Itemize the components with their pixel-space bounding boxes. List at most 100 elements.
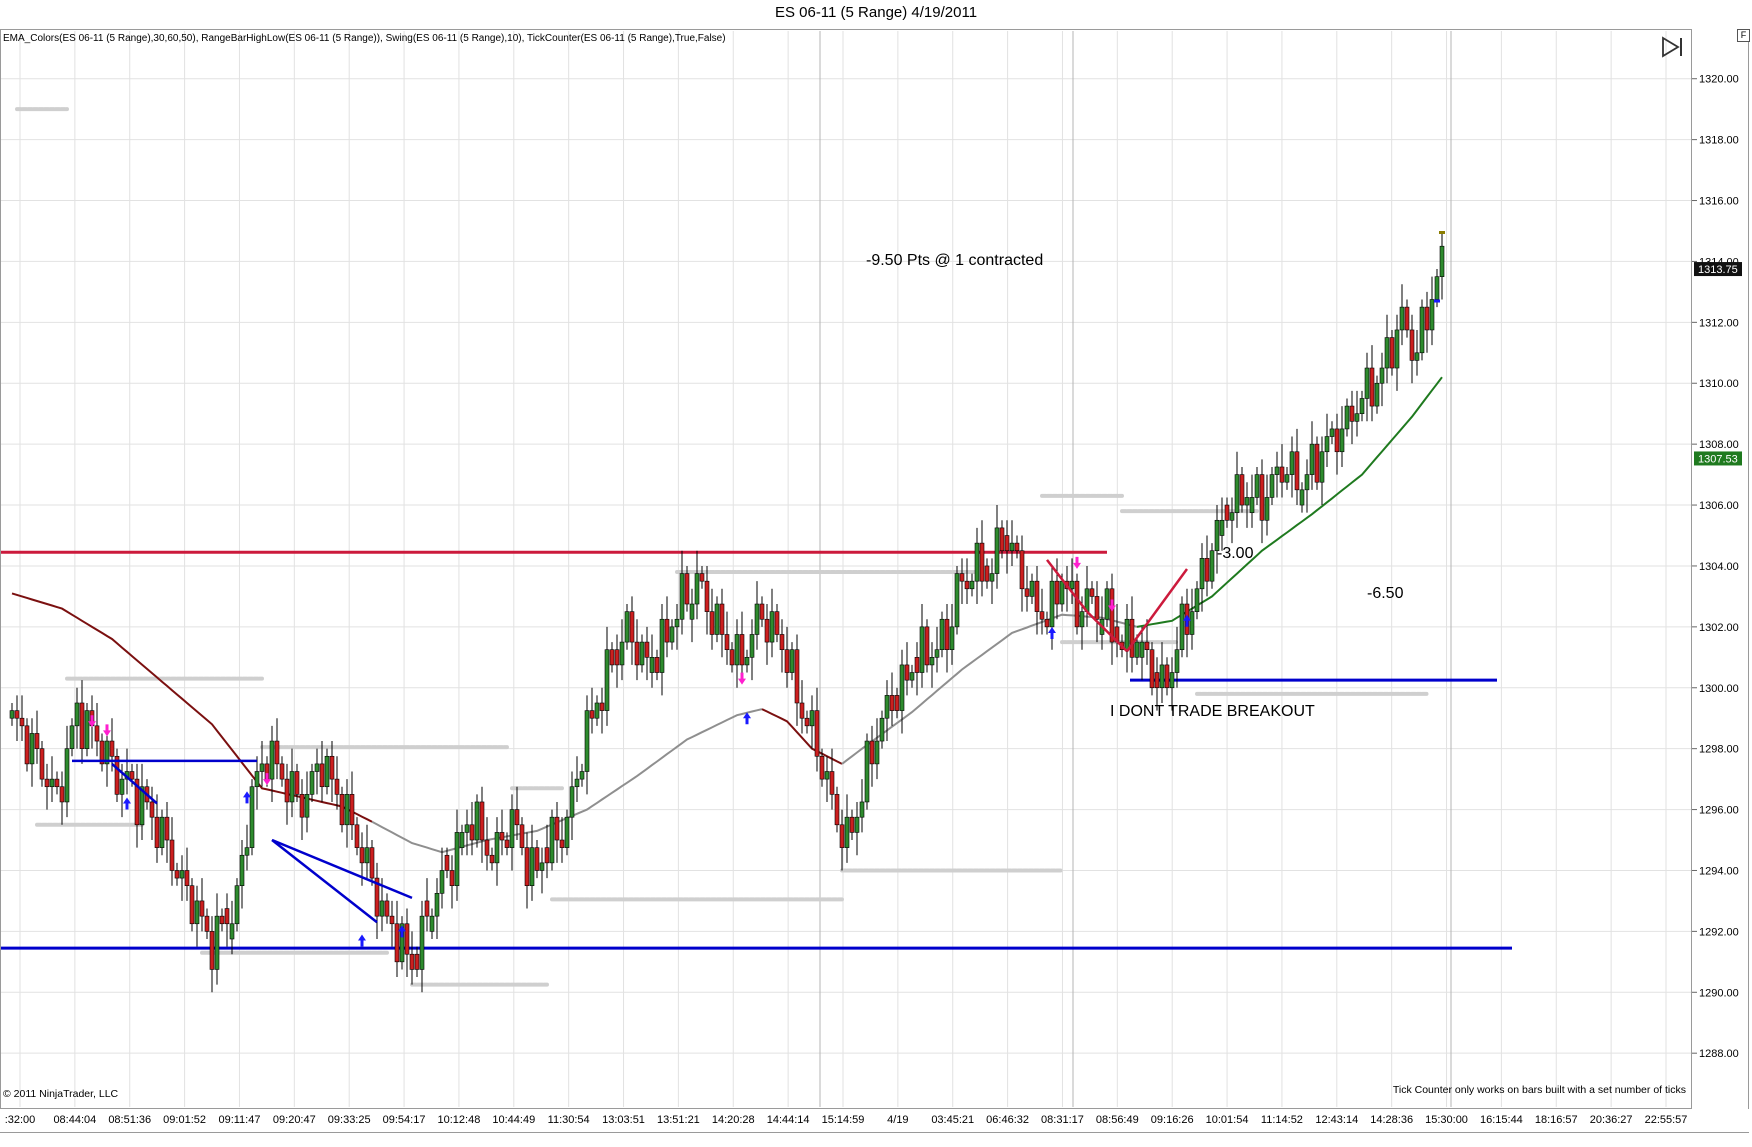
- candle: [324, 748, 330, 795]
- candle-body: [199, 900, 205, 917]
- price-tick-label: 1320.00: [1699, 74, 1739, 86]
- candle-body: [734, 634, 740, 666]
- candle-body: [559, 839, 565, 848]
- candle-body: [1024, 588, 1030, 597]
- candle: [654, 649, 660, 681]
- candle-body: [1344, 405, 1350, 430]
- candle-body: [659, 618, 665, 673]
- candle-body: [1209, 550, 1215, 582]
- candle-body: [964, 580, 970, 590]
- candle-body: [1124, 618, 1130, 650]
- candle-body: [879, 717, 885, 742]
- candle: [834, 786, 840, 833]
- candle-body: [904, 664, 910, 681]
- candle-body: [1044, 618, 1050, 628]
- candle: [919, 604, 925, 688]
- candle-body: [889, 695, 895, 711]
- candle-body: [309, 771, 315, 795]
- panel-toggle-button[interactable]: F: [1737, 29, 1750, 42]
- candle-body: [1079, 611, 1085, 628]
- candle-body: [1349, 405, 1355, 422]
- candle-body: [1234, 474, 1240, 513]
- candle: [759, 596, 765, 627]
- candle-body: [1259, 474, 1265, 521]
- candle-body: [634, 641, 640, 666]
- candle: [714, 596, 720, 643]
- candle-body: [1134, 641, 1140, 658]
- price-tick-labels: 1288.00 1290.00 1292.00 1294.00 1296.00 1298.…: [1692, 74, 1739, 1060]
- candle: [584, 695, 590, 795]
- candle: [69, 718, 75, 757]
- candle: [1024, 565, 1030, 612]
- candle: [1174, 626, 1180, 688]
- price-tick-label: 1308.00: [1699, 439, 1739, 451]
- candle-body: [324, 755, 330, 788]
- time-tick-label: 12:43:14: [1315, 1114, 1358, 1126]
- candle-body: [394, 923, 400, 963]
- candle-body: [1414, 352, 1420, 361]
- candle-body: [329, 755, 335, 780]
- candle-body: [899, 664, 905, 711]
- candle: [994, 505, 1000, 589]
- candle-body: [714, 603, 720, 635]
- candle: [459, 824, 465, 856]
- candle-body: [314, 763, 320, 772]
- candle-body: [1149, 649, 1155, 689]
- candle-body: [554, 816, 560, 841]
- candle-body: [1394, 329, 1400, 369]
- candle: [159, 809, 165, 856]
- candle-body: [84, 710, 90, 749]
- candle-body: [684, 573, 690, 605]
- candle: [1124, 604, 1130, 673]
- candle: [889, 672, 895, 726]
- candle-body: [334, 778, 340, 795]
- candle: [639, 634, 645, 673]
- scroll-to-end-icon[interactable]: [1660, 36, 1686, 58]
- time-tick-label: 10:44:49: [492, 1114, 535, 1126]
- candle-body: [1174, 649, 1180, 673]
- candle: [859, 779, 865, 833]
- candle-body: [1029, 580, 1035, 597]
- candle: [559, 817, 565, 863]
- candle: [1254, 466, 1260, 506]
- candle: [224, 893, 230, 947]
- candle-body: [474, 801, 480, 841]
- time-tick-label: 11:14:52: [1261, 1114, 1303, 1126]
- candle: [1044, 611, 1050, 635]
- candle-body: [404, 923, 410, 955]
- candle: [694, 550, 700, 620]
- candle-body: [1154, 672, 1160, 689]
- candle: [659, 604, 665, 696]
- candle: [939, 611, 945, 658]
- candle: [1419, 299, 1425, 361]
- candle-body: [1434, 276, 1440, 300]
- candle: [614, 634, 620, 688]
- candle: [249, 779, 255, 856]
- candle: [1229, 497, 1235, 544]
- candle-body: [129, 771, 135, 780]
- candle-body: [209, 931, 215, 970]
- price-tick-label: 1300.00: [1699, 683, 1739, 695]
- candle: [304, 771, 310, 833]
- candle-body: [654, 657, 660, 673]
- candle: [164, 801, 170, 863]
- candle-body: [949, 626, 955, 650]
- candle: [124, 748, 130, 795]
- candle-body: [584, 710, 590, 772]
- candle: [969, 573, 975, 597]
- candle: [1439, 230, 1445, 300]
- candle-body: [1319, 451, 1325, 483]
- candle: [704, 565, 710, 635]
- candle-body: [979, 542, 985, 582]
- candle: [734, 619, 740, 688]
- candle: [1384, 314, 1390, 384]
- candle-body: [954, 573, 960, 628]
- candle-body: [59, 786, 65, 803]
- candle-body: [354, 824, 360, 848]
- candle: [279, 756, 285, 787]
- candle-body: [204, 915, 210, 932]
- candle: [1259, 459, 1265, 544]
- candle-body: [109, 740, 115, 757]
- time-tick-label: 11:30:54: [548, 1114, 590, 1126]
- candle: [664, 596, 670, 658]
